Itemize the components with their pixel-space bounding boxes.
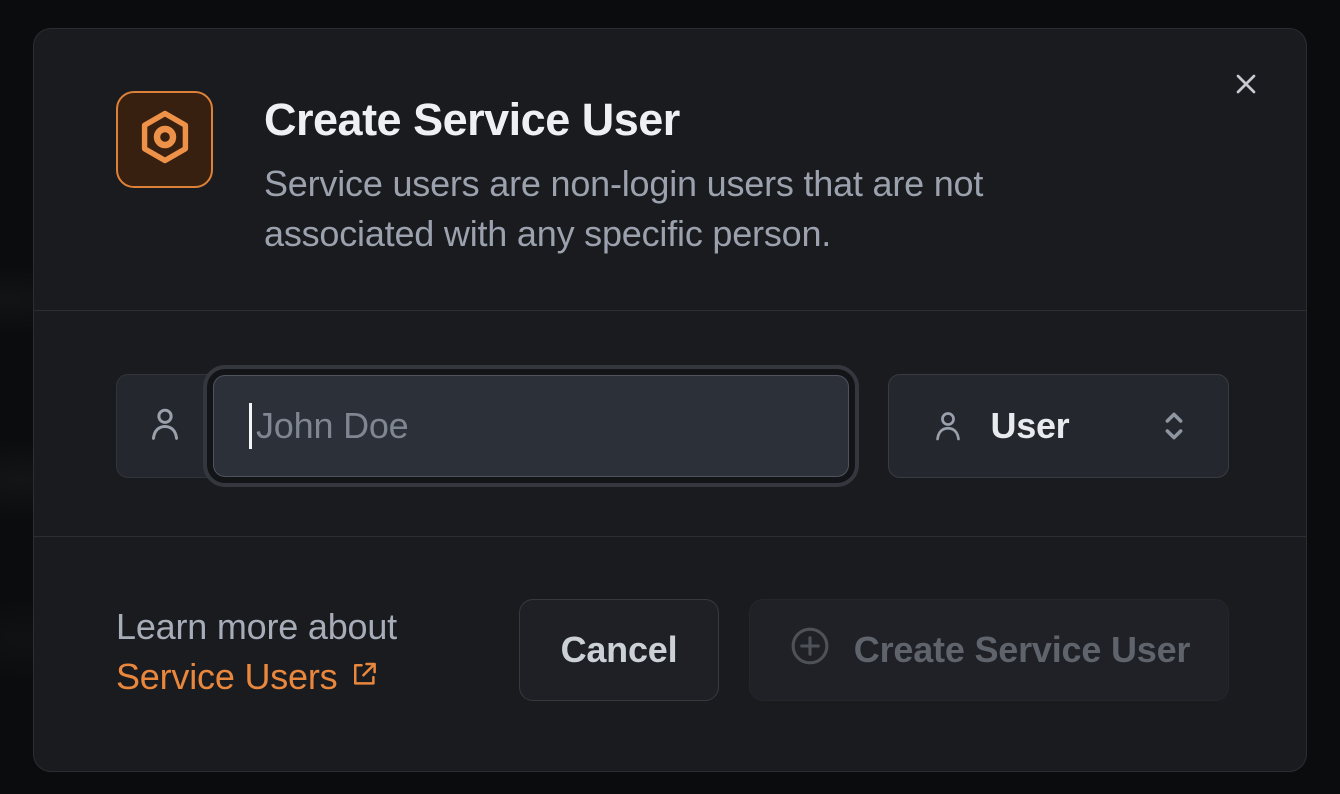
x-icon: [1230, 68, 1262, 103]
modal-body: User: [34, 311, 1306, 537]
circle-plus-icon: [788, 624, 832, 677]
cancel-button[interactable]: Cancel: [519, 599, 719, 701]
role-select-value: User: [991, 405, 1070, 447]
modal-subtitle: Service users are non-login users that a…: [264, 159, 1064, 259]
person-icon: [144, 403, 186, 450]
learn-more-text: Learn more about: [116, 602, 397, 652]
person-icon: [929, 407, 967, 445]
service-user-icon-tile: [116, 91, 213, 188]
modal-titles: Create Service User Service users are no…: [264, 91, 1064, 310]
modal-title: Create Service User: [264, 93, 1064, 147]
modal-overlay: Create Service User Service users are no…: [0, 0, 1340, 794]
cancel-button-label: Cancel: [561, 629, 678, 671]
modal-footer: Learn more about Service Users Cancel: [34, 537, 1306, 771]
create-service-user-modal: Create Service User Service users are no…: [33, 28, 1307, 772]
name-input-prefix: [117, 375, 213, 477]
modal-header: Create Service User Service users are no…: [34, 29, 1306, 311]
name-input-group: [116, 374, 850, 478]
service-users-link-label: Service Users: [116, 652, 337, 702]
service-user-hexagon-icon: [134, 106, 196, 173]
text-caret: [249, 403, 252, 449]
name-input[interactable]: [213, 375, 849, 477]
close-button[interactable]: [1226, 65, 1266, 105]
service-user-field-row: User: [116, 374, 1229, 478]
unfold-chevrons-icon: [1154, 404, 1194, 448]
learn-more-block: Learn more about Service Users: [116, 599, 397, 702]
create-button-label: Create Service User: [854, 629, 1190, 671]
external-link-icon: [349, 652, 379, 702]
create-service-user-button[interactable]: Create Service User: [749, 599, 1229, 701]
name-input-wrap: [213, 375, 849, 477]
service-users-link[interactable]: Service Users: [116, 652, 379, 702]
role-select[interactable]: User: [888, 374, 1229, 478]
